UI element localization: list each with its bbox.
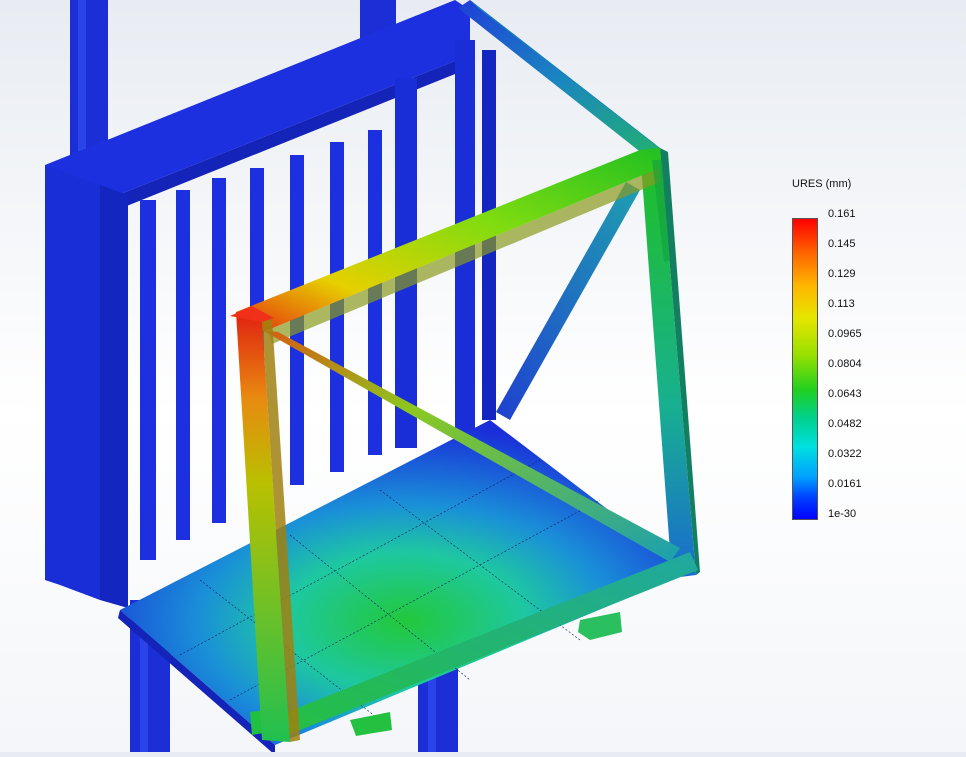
legend-tick: 0.129 (828, 268, 856, 280)
legend-tick: 0.0643 (828, 388, 862, 400)
right-post (640, 148, 700, 578)
legend-title: URES (mm) (792, 178, 852, 190)
legend-tick: 0.113 (828, 298, 855, 310)
legend-tick: 1e-30 (828, 508, 857, 520)
legend-tick: 0.0965 (828, 328, 862, 340)
results-legend: URES (mm) 0.161 0.145 0.129 0.113 0.0965… (788, 176, 908, 536)
legend-tick: 0.0804 (828, 358, 862, 370)
legend-tick: 0.0322 (828, 448, 862, 460)
legend-tick: 0.145 (828, 238, 856, 250)
color-scale-bar (792, 218, 818, 520)
floor-plate (118, 420, 690, 755)
legend-tick: 0.161 (828, 208, 856, 220)
legend-tick: 0.0482 (828, 418, 862, 430)
legend-tick: 0.0161 (828, 478, 862, 490)
